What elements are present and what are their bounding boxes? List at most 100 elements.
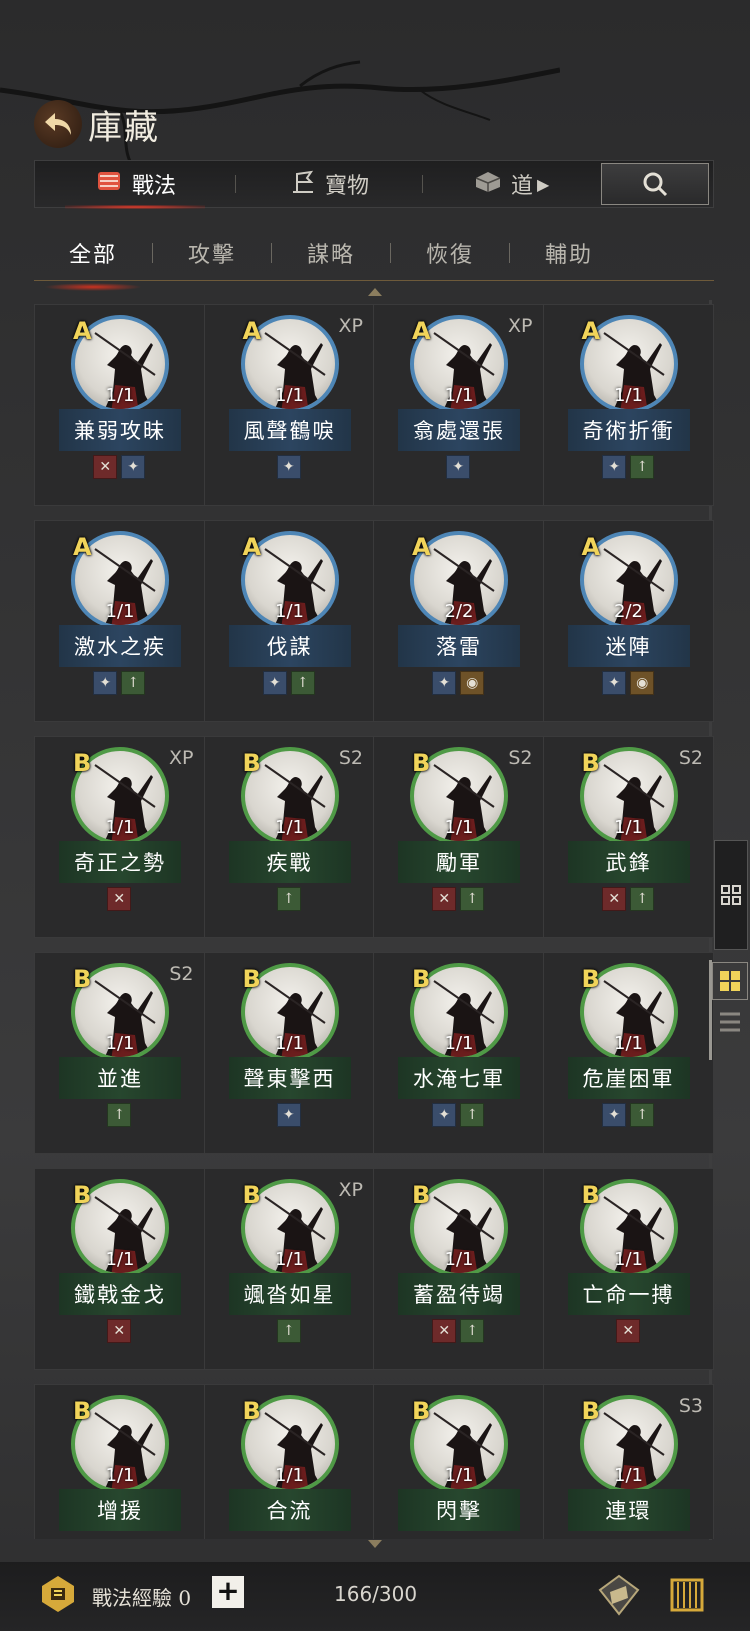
tactic-count: 1/1 <box>614 1033 643 1054</box>
grade-badge: B <box>412 1397 431 1425</box>
tactic-name: 增援 <box>59 1489 181 1531</box>
search-button[interactable] <box>601 163 709 205</box>
tactic-row: A 1/1 激水之疾 ✦ ↑ A 1/1 伐謀 ✦ ↑ A 2/2 落雷 ✦ ◉ A 2/2 迷陣 ✦ ◉ <box>34 520 714 722</box>
tactic-card[interactable]: A 1/1 奇術折衝 ✦ ↑ <box>544 305 714 505</box>
tactic-type-badges: ✦ ↑ <box>205 671 374 695</box>
tactic-card[interactable]: A XP 1/1 翕處還張 ✦ <box>374 305 544 505</box>
tactic-card[interactable]: B S2 1/1 勵軍 ✕ ↑ <box>374 737 544 937</box>
attack-type-icon: ✕ <box>93 455 118 479</box>
tactic-card[interactable]: B S2 1/1 武鋒 ✕ ↑ <box>544 737 714 937</box>
tactic-card[interactable]: B 1/1 聲東擊西 ✦ <box>205 953 374 1153</box>
tactic-type-badges: ✦ ↑ <box>35 671 204 695</box>
grade-badge: B <box>412 965 431 993</box>
tactic-name: 兼弱攻昧 <box>59 409 181 451</box>
filter-tab-all[interactable]: 全部 <box>34 237 152 291</box>
strategy-type-icon: ✦ <box>446 455 471 479</box>
tactic-type-badges: ✕ ↑ <box>374 1319 543 1343</box>
tactic-card[interactable]: B 1/1 水淹七軍 ✦ ↑ <box>374 953 544 1153</box>
tab-tactics[interactable]: 戰法 <box>35 161 235 209</box>
tactic-card[interactable]: B XP 1/1 奇正之勢 ✕ <box>35 737 205 937</box>
tactic-type-badges: ✕ ↑ <box>374 887 543 911</box>
grade-badge: A <box>412 533 431 561</box>
season-tag: XP <box>338 315 363 337</box>
grade-badge: A <box>581 533 601 561</box>
attack-type-icon: ✕ <box>602 887 627 911</box>
attack-type-icon: ✕ <box>107 887 132 911</box>
tactic-count: 1/1 <box>614 1249 643 1270</box>
tactic-card[interactable]: B S2 1/1 並進 ↑ <box>35 953 205 1153</box>
tactic-type-badges: ✦ ↑ <box>544 1103 714 1127</box>
tactic-card[interactable]: B 1/1 危崖困軍 ✦ ↑ <box>544 953 714 1153</box>
scrollbar-thumb[interactable] <box>709 960 712 1060</box>
tactic-type-badges: ✦ ◉ <box>544 671 714 695</box>
view-toggle-grid[interactable] <box>712 962 748 1000</box>
tactic-card[interactable]: B 1/1 蓄盈待竭 ✕ ↑ <box>374 1169 544 1369</box>
filter-tab-attack[interactable]: 攻擊 <box>153 237 271 269</box>
tab-tactics-label: 戰法 <box>131 174 176 199</box>
grade-badge: B <box>581 1397 600 1425</box>
tactic-type-badges: ✦ <box>205 455 374 479</box>
scroll-storage-icon[interactable] <box>664 1572 710 1618</box>
grade-badge: B <box>581 965 600 993</box>
season-tag: XP <box>338 1179 363 1201</box>
tactic-card[interactable]: B XP 1/1 颯沓如星 ↑ <box>205 1169 374 1369</box>
tactic-card[interactable]: B 1/1 鐵戟金戈 ✕ <box>35 1169 205 1369</box>
tactic-name: 勵軍 <box>398 841 520 883</box>
grade-badge: B <box>73 749 92 777</box>
heal-type-icon: ↑ <box>630 1103 655 1127</box>
heal-type-icon: ↑ <box>276 1319 301 1343</box>
filter-tab-support[interactable]: 輔助 <box>510 237 628 269</box>
tactic-count: 1/1 <box>105 1033 135 1054</box>
tactic-card[interactable]: A 1/1 激水之疾 ✦ ↑ <box>35 521 205 721</box>
list-view-icon[interactable] <box>718 1008 742 1038</box>
tactic-card[interactable]: B 1/1 閃擊 <box>374 1385 544 1539</box>
tactic-count: 1/1 <box>614 385 643 406</box>
filter-tab-recovery[interactable]: 恢復 <box>391 237 509 269</box>
strategy-type-icon: ✦ <box>602 455 627 479</box>
tab-treasure[interactable]: 寶物 <box>236 161 422 207</box>
tactic-book-icon[interactable] <box>596 1572 642 1618</box>
tab-items-label: 道 <box>511 174 534 199</box>
strategy-type-icon: ✦ <box>432 671 457 695</box>
back-button[interactable] <box>34 100 82 148</box>
add-exp-button[interactable]: + <box>212 1576 244 1608</box>
tactic-name: 合流 <box>228 1489 351 1531</box>
tactic-capacity: 166/300 <box>334 1582 418 1606</box>
filter-tab-strategy[interactable]: 謀略 <box>272 237 390 269</box>
tactic-card[interactable]: B S3 1/1 連環 <box>544 1385 714 1539</box>
grade-badge: A <box>242 533 262 561</box>
item-box-icon <box>473 169 503 199</box>
tactic-name: 聲東擊西 <box>228 1057 351 1099</box>
control-type-icon: ◉ <box>630 671 655 695</box>
tactic-type-badges: ✦ <box>374 455 543 479</box>
view-toggle-compact[interactable] <box>714 840 748 950</box>
tactic-card[interactable]: A 2/2 落雷 ✦ ◉ <box>374 521 544 721</box>
tactic-card[interactable]: B S2 1/1 疾戰 ↑ <box>205 737 374 937</box>
tab-items[interactable]: 道 ▶ <box>423 161 573 207</box>
tactic-count: 1/1 <box>105 385 135 406</box>
grade-badge: B <box>581 1181 600 1209</box>
tactic-card[interactable]: B 1/1 亡命一搏 ✕ <box>544 1169 714 1369</box>
strategy-type-icon: ✦ <box>93 671 118 695</box>
tactic-count: 1/1 <box>614 817 643 838</box>
tactic-row: B S2 1/1 並進 ↑ B 1/1 聲東擊西 ✦ B 1/1 水淹七軍 ✦ ↑ B 1/1 危崖困軍 ✦ ↑ <box>34 952 714 1154</box>
tactic-count: 1/1 <box>275 1249 304 1270</box>
tactic-card[interactable]: B 1/1 合流 <box>205 1385 374 1539</box>
tactic-card[interactable]: A XP 1/1 風聲鶴唳 ✦ <box>205 305 374 505</box>
strategy-type-icon: ✦ <box>276 1103 301 1127</box>
heal-type-icon: ↑ <box>460 1319 485 1343</box>
grade-badge: B <box>581 749 600 777</box>
tactic-type-badges: ✕ ↑ <box>544 887 714 911</box>
tactic-card[interactable]: A 1/1 伐謀 ✦ ↑ <box>205 521 374 721</box>
control-type-icon: ◉ <box>460 671 485 695</box>
tactic-exp-icon <box>42 1576 74 1612</box>
tactic-card[interactable]: B 1/1 增援 <box>35 1385 205 1539</box>
tactic-row: B 1/1 鐵戟金戈 ✕ B XP 1/1 颯沓如星 ↑ B 1/1 蓄盈待竭 ✕ ↑ B 1/1 亡命一搏 ✕ <box>34 1168 714 1370</box>
grade-badge: B <box>412 1181 431 1209</box>
grade-badge: B <box>242 1181 261 1209</box>
tactic-card[interactable]: A 1/1 兼弱攻昧 ✕ ✦ <box>35 305 205 505</box>
season-tag: S3 <box>678 1395 703 1417</box>
tactic-card[interactable]: A 2/2 迷陣 ✦ ◉ <box>544 521 714 721</box>
grade-badge: B <box>73 1181 92 1209</box>
tactic-type-badges: ✦ ◉ <box>374 671 543 695</box>
